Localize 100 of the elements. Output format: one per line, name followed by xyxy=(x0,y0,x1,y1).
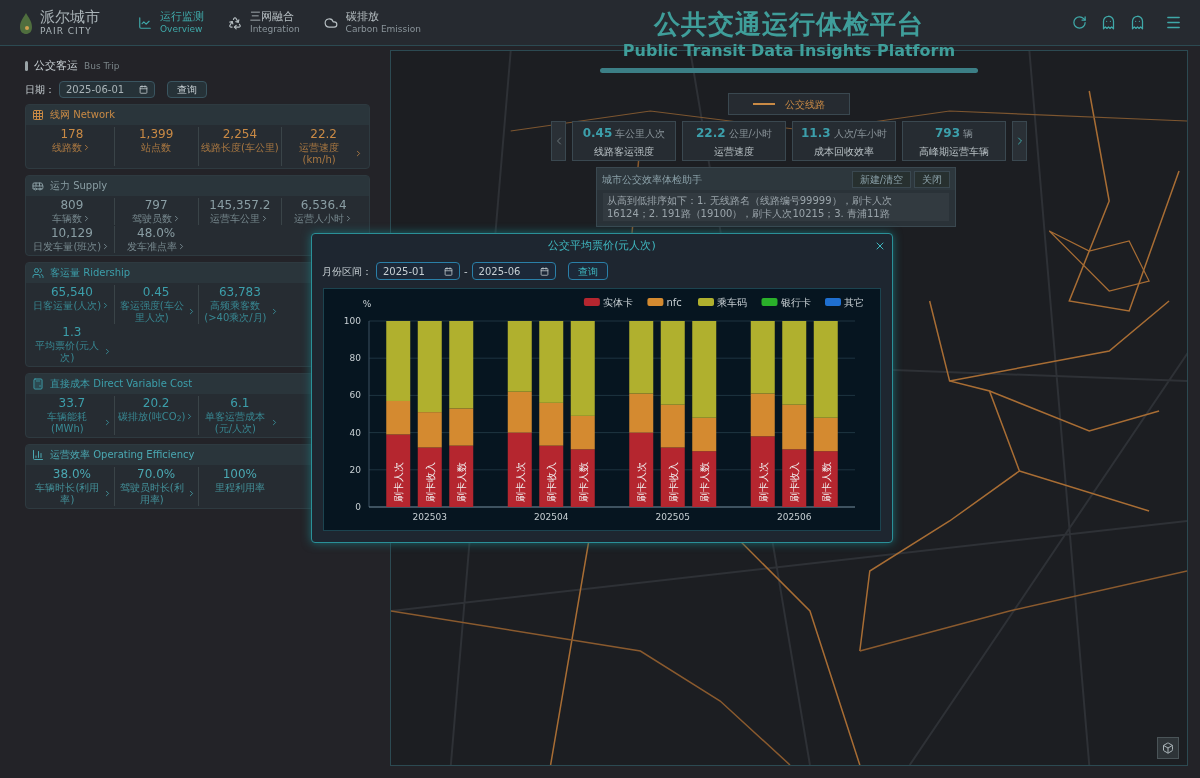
menu-icon[interactable] xyxy=(1165,14,1182,31)
metric-value: 63,783 xyxy=(218,284,261,300)
range-separator: - xyxy=(464,264,468,279)
legend-label: 公交线路 xyxy=(785,97,825,112)
bar-label: 刷卡收入 xyxy=(667,462,679,502)
month-field[interactable]: 2025-06 xyxy=(471,262,556,280)
legend-label: 银行卡 xyxy=(780,297,811,308)
calendar-icon xyxy=(139,84,148,94)
bar-label: 刷卡人数 xyxy=(699,462,711,502)
kpi-label: 线路客运强度 xyxy=(594,144,654,159)
x-tick-label: 202504 xyxy=(534,512,569,522)
metric-label: 高频乘客数(>40乘次/月) xyxy=(203,299,268,324)
metric-value: 0.45 xyxy=(142,284,170,300)
close-icon[interactable] xyxy=(874,240,886,252)
ghost-icon[interactable] xyxy=(1130,15,1145,30)
logo-text: 派尔城市 xyxy=(40,9,100,25)
metric-label: 车辆时长(利用率) xyxy=(34,481,101,506)
metric-value: 797 xyxy=(144,197,168,213)
metric-value: 178 xyxy=(60,126,84,142)
kpi-unit: 辆 xyxy=(963,126,974,141)
nav-tab[interactable]: 碳排放 Carbon Emission xyxy=(321,10,423,35)
bar-label: 刷卡收入 xyxy=(789,462,801,502)
bar-label: 刷卡人次 xyxy=(757,462,769,502)
metric-label: 单客运营成本(元/人次) xyxy=(204,410,267,435)
metric-value: 48.0% xyxy=(137,225,176,241)
metric-value: 22.2 xyxy=(310,126,337,142)
card-title: 运力 Supply xyxy=(50,179,108,193)
card-title: 直接成本 Direct Variable Cost xyxy=(50,377,193,391)
kpi-unit: 人次/车小时 xyxy=(833,126,887,141)
metric-value: 6,536.4 xyxy=(300,197,347,213)
metric-value: 1.3 xyxy=(62,324,82,340)
kpi-label: 高峰期运营车辆 xyxy=(919,144,989,159)
bar-label: 刷卡收入 xyxy=(546,462,558,502)
date-label: 日期： xyxy=(25,82,55,97)
metric-value: 10,129 xyxy=(50,225,93,241)
page-subtitle: Public Transit Data Insights Platform xyxy=(622,40,956,62)
ghost-icon[interactable] xyxy=(1101,15,1116,30)
card-title: 线网 Network xyxy=(50,108,115,122)
bar-label: 刷卡人数 xyxy=(577,462,589,502)
calculator-icon xyxy=(32,377,44,390)
kpi-value: 793 xyxy=(934,124,961,142)
y-tick-label: 0 xyxy=(355,502,361,512)
y-tick-label: 40 xyxy=(349,427,361,438)
metric-label: 平均票价(元人次) xyxy=(34,339,101,364)
metric-label: 日客运量(人次) xyxy=(33,299,102,312)
month-field[interactable]: 2025-01 xyxy=(376,262,460,280)
legend-label: 乘车码 xyxy=(717,297,747,308)
metric-value: 6.1 xyxy=(230,395,250,411)
date-field[interactable]: 2025-06-01 xyxy=(59,80,155,98)
bar-segment xyxy=(660,447,685,507)
kpi-unit: 车公里人次 xyxy=(615,126,666,141)
bar-chart-icon xyxy=(32,448,44,461)
metric-label: 客运强度(车公里人次) xyxy=(118,299,185,324)
kpi-label: 成本回收效率 xyxy=(814,144,874,159)
bar-label: 刷卡人次 xyxy=(636,462,648,502)
bar-label: 刷卡人次 xyxy=(393,462,405,502)
refresh-icon[interactable] xyxy=(1072,15,1087,30)
dialog-title: 公交平均票价(元人次) xyxy=(548,237,656,254)
legend-label: nfc xyxy=(666,297,682,308)
range-label: 月份区间： xyxy=(322,264,372,279)
assistant-button[interactable]: 关闭 xyxy=(914,170,950,188)
kpi-value: 0.45 xyxy=(582,124,613,142)
assistant-button[interactable]: 新建/清空 xyxy=(851,170,911,188)
calendar-icon xyxy=(444,266,453,276)
y-tick-label: 100 xyxy=(343,316,361,326)
metric-label: 站点数 xyxy=(141,141,172,154)
x-tick-label: 202503 xyxy=(412,512,447,522)
metric-value: 65,540 xyxy=(50,284,93,300)
metric-value: 38.0% xyxy=(52,466,91,482)
assistant-message-line: 16124；2. 191路（19100），刷卡人次10215；3. 青浦11路 xyxy=(607,207,891,220)
metric-label: 运营人小时 xyxy=(294,212,345,225)
card-title: 运营效率 Operating Efficiency xyxy=(50,448,195,462)
assistant-message-line: 从高到低排序如下：1. 无线路名（线路编号99999），刷卡人次 xyxy=(607,194,893,207)
grid-icon xyxy=(32,108,44,121)
metric-value: 70.0% xyxy=(137,466,176,482)
query-button[interactable]: 查询 xyxy=(167,80,207,98)
nav-tab[interactable]: 运行监测 Overview xyxy=(136,10,206,35)
chevron-icon[interactable] xyxy=(354,149,363,158)
metric-value: 100% xyxy=(222,466,258,482)
y-tick-label: 80 xyxy=(349,353,361,364)
y-tick-label: 60 xyxy=(349,390,361,401)
metric-label: 车辆能耗(MWh) xyxy=(46,410,89,435)
x-tick-label: 202506 xyxy=(777,512,812,522)
section-subtitle: Bus Trip xyxy=(84,59,120,73)
metric-label: 驾驶员数 xyxy=(131,212,172,225)
layers-button[interactable] xyxy=(1157,737,1179,759)
chart-icon xyxy=(138,15,152,30)
nav-tab[interactable]: 三网融合 Integration xyxy=(226,10,302,35)
metric-label: 碳排放(吨CO$_{2}$) xyxy=(117,410,186,423)
metric-label: 运营速度(km/h) xyxy=(298,141,341,166)
metric-label: 里程利用率 xyxy=(214,481,265,494)
legend-label: 其它 xyxy=(844,297,864,308)
bar-segment xyxy=(539,445,564,507)
bar-label: 刷卡人数 xyxy=(820,462,832,502)
bar-segment xyxy=(782,449,807,507)
query-button[interactable]: 查询 xyxy=(567,262,608,280)
bar-label: 刷卡收入 xyxy=(424,462,436,502)
metric-label: 线路长度(车公里) xyxy=(200,141,279,154)
kpi-value: 22.2 xyxy=(696,124,726,142)
calendar-icon xyxy=(539,266,549,276)
